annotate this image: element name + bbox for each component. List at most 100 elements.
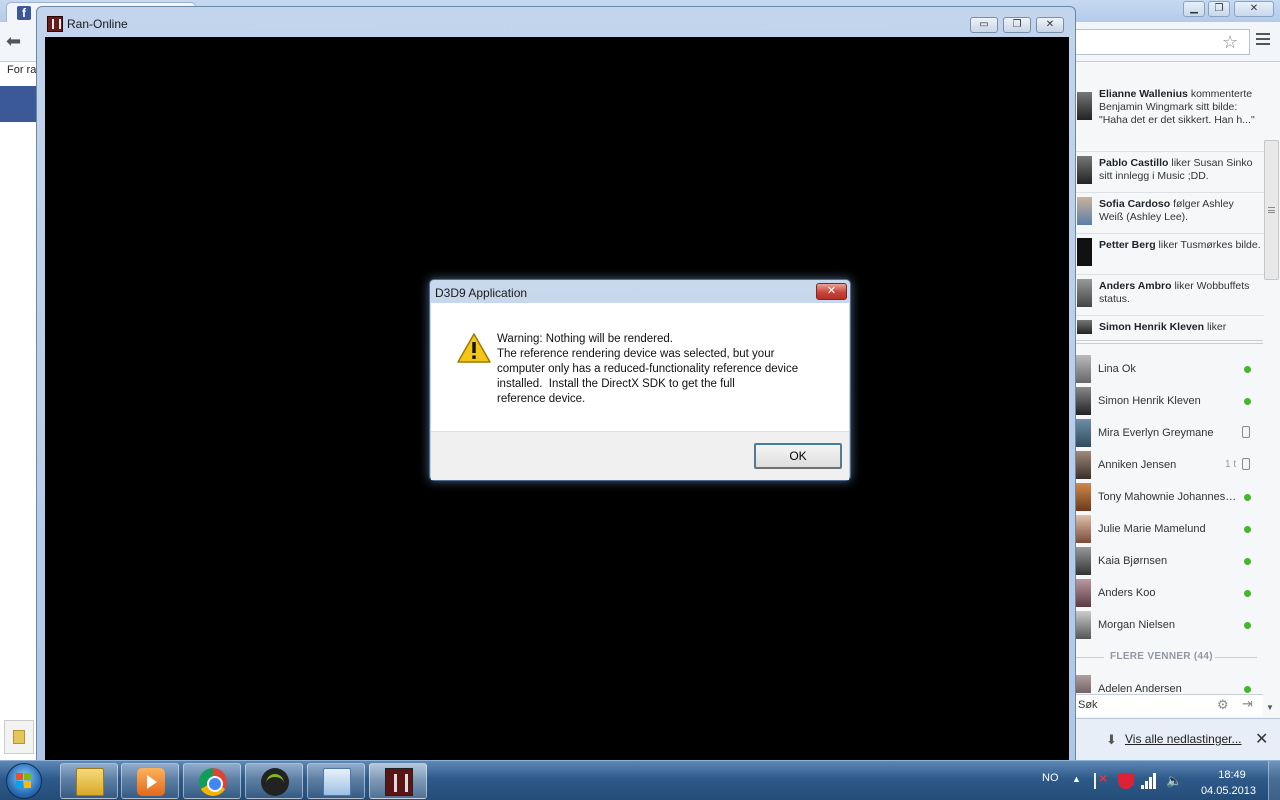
chat-friend[interactable]: Mira Everlyn Greymane <box>1075 419 1265 449</box>
action-center-flag-icon[interactable] <box>1094 770 1110 789</box>
dialog-body: Warning: Nothing will be rendered. The r… <box>431 303 849 431</box>
online-status-icon <box>1244 526 1251 533</box>
show-desktop-button[interactable] <box>1268 761 1280 800</box>
taskbar-chrome-button[interactable] <box>183 763 241 799</box>
volume-icon[interactable]: 🔈 <box>1166 773 1182 789</box>
ticker-name[interactable]: Sofia Cardoso <box>1099 198 1170 210</box>
more-friends-label: FLERE VENNER (44) <box>1110 651 1213 662</box>
ticker-item[interactable]: Anders Ambro liker Wobbuffets status. <box>1076 275 1264 316</box>
chat-friend[interactable]: Simon Henrik Kleven <box>1075 387 1265 417</box>
friend-name: Tony Mahownie Johannessen <box>1098 491 1238 503</box>
taskbar-ran-online-button[interactable] <box>369 763 427 799</box>
clock[interactable]: 18:49 04.05.2013 <box>1200 767 1256 799</box>
chat-friend[interactable]: Lina Ok <box>1075 355 1265 385</box>
friend-name: Julie Marie Mamelund <box>1098 523 1206 535</box>
show-hidden-icons-icon[interactable]: ▲ <box>1072 774 1081 784</box>
dialog-close-button[interactable]: ✕ <box>816 283 847 300</box>
start-button[interactable] <box>6 763 42 799</box>
ticker-name[interactable]: Petter Berg <box>1099 239 1156 251</box>
ticker-name[interactable]: Simon Henrik Kleven <box>1099 321 1204 333</box>
chrome-menu-icon[interactable] <box>1256 33 1270 47</box>
ticker-name[interactable]: Elianne Wallenius <box>1099 88 1188 100</box>
chat-search-input[interactable]: Søk ⚙ ⇥ <box>1075 694 1263 716</box>
network-signal-icon[interactable] <box>1141 773 1157 789</box>
dialog-footer: OK <box>431 431 849 480</box>
more-friends-header: FLERE VENNER (44) <box>1075 651 1263 665</box>
antivirus-shield-icon[interactable] <box>1118 773 1134 789</box>
gear-icon[interactable]: ⚙ <box>1217 697 1229 713</box>
avatar <box>1077 156 1092 184</box>
ticker-item[interactable]: Elianne Wallenius kommenterte Benjamin W… <box>1076 88 1264 152</box>
friend-name: Anders Koo <box>1098 587 1156 599</box>
download-file-item[interactable] <box>4 720 34 754</box>
dialog-message: Warning: Nothing will be rendered. The r… <box>497 332 837 407</box>
chat-friend[interactable]: Anders Koo <box>1075 579 1265 609</box>
avatar <box>1076 515 1091 543</box>
ticker-name[interactable]: Pablo Castillo <box>1099 157 1168 169</box>
clock-date: 04.05.2013 <box>1200 785 1256 797</box>
avatar <box>1076 547 1091 575</box>
chat-friend[interactable]: Adelen Andersen <box>1075 675 1265 693</box>
online-status-icon <box>1244 686 1251 693</box>
chat-friend[interactable]: Julie Marie Mamelund <box>1075 515 1265 545</box>
ticker-name[interactable]: Anders Ambro <box>1099 280 1172 292</box>
avatar <box>1077 238 1092 266</box>
back-arrow-icon[interactable]: ⬅ <box>6 31 21 52</box>
ticker-scrollbar[interactable] <box>1264 140 1279 280</box>
ticker-resize-handle[interactable] <box>1075 340 1263 344</box>
chrome-icon <box>199 768 227 796</box>
ticker-item[interactable]: Petter Berg liker Tusmørkes bilde. <box>1076 234 1264 275</box>
language-indicator[interactable]: NO <box>1042 772 1059 784</box>
d3d9-error-dialog: D3D9 Application ✕ Warning: Nothing will… <box>429 279 851 481</box>
friend-name: Kaia Bjørnsen <box>1098 555 1168 567</box>
show-all-downloads-link[interactable]: Vis alle nedlastinger... <box>1125 732 1242 746</box>
avatar <box>1076 451 1091 479</box>
bookmark-star-icon[interactable]: ☆ <box>1222 32 1238 53</box>
chat-friend[interactable]: Tony Mahownie Johannessen <box>1075 483 1265 513</box>
chat-friend[interactable]: Anniken Jensen 1 t <box>1075 451 1265 481</box>
message-body: The reference rendering device was selec… <box>497 348 799 405</box>
chrome-minimize-button[interactable]: ▁ <box>1183 1 1205 17</box>
ticker-text: liker <box>1206 321 1227 333</box>
close-icon[interactable]: ✕ <box>1255 729 1268 749</box>
ok-button[interactable]: OK <box>754 443 842 469</box>
chrome-restore-button[interactable]: ❐ <box>1208 1 1230 17</box>
friend-name: Morgan Nielsen <box>1098 619 1176 631</box>
taskbar-control-panel-button[interactable] <box>307 763 365 799</box>
taskbar-spotify-button[interactable] <box>245 763 303 799</box>
online-status-icon <box>1244 366 1251 373</box>
avatar <box>1076 611 1091 639</box>
window-title: Ran-Online <box>67 17 128 31</box>
scroll-down-arrow-icon[interactable]: ▼ <box>1266 703 1274 712</box>
avatar <box>1076 675 1091 693</box>
online-status-icon <box>1244 590 1251 597</box>
chrome-close-button[interactable]: ✕ <box>1234 1 1274 17</box>
bookmark-item[interactable]: For ra <box>7 64 36 76</box>
avatar <box>1076 387 1091 415</box>
clock-time: 18:49 <box>1218 769 1246 781</box>
ticker-item[interactable]: Pablo Castillo liker Susan Sinko sitt in… <box>1076 152 1264 193</box>
ran-online-app-icon <box>47 16 63 32</box>
ticker-item[interactable]: Sofia Cardoso følger Ashley Weiß (Ashley… <box>1076 193 1264 234</box>
windows-logo-icon <box>16 773 32 789</box>
avatar <box>1076 419 1091 447</box>
restore-button[interactable]: ❐ <box>1003 17 1031 33</box>
friend-name: Adelen Andersen <box>1098 683 1182 693</box>
windows-taskbar: NO ▲ 🔈 18:49 04.05.2013 <box>0 760 1280 800</box>
chat-friend[interactable]: Kaia Bjørnsen <box>1075 547 1265 577</box>
minimize-button[interactable]: ▭ <box>970 17 998 33</box>
close-button[interactable]: ✕ <box>1036 17 1064 33</box>
friend-name: Anniken Jensen <box>1098 459 1177 471</box>
avatar <box>1077 197 1092 225</box>
avatar <box>1076 579 1091 607</box>
ticker-item[interactable]: Simon Henrik Kleven liker <box>1076 316 1264 338</box>
chat-search-placeholder: Søk <box>1078 699 1098 711</box>
taskbar-media-button[interactable] <box>121 763 179 799</box>
chat-friend[interactable]: Morgan Nielsen <box>1075 611 1265 641</box>
download-arrow-icon: ⬇ <box>1106 732 1117 747</box>
mobile-status-icon <box>1242 426 1250 438</box>
facebook-icon: f <box>17 6 31 20</box>
popout-icon[interactable]: ⇥ <box>1242 696 1253 712</box>
online-status-icon <box>1244 558 1251 565</box>
taskbar-explorer-button[interactable] <box>60 763 118 799</box>
